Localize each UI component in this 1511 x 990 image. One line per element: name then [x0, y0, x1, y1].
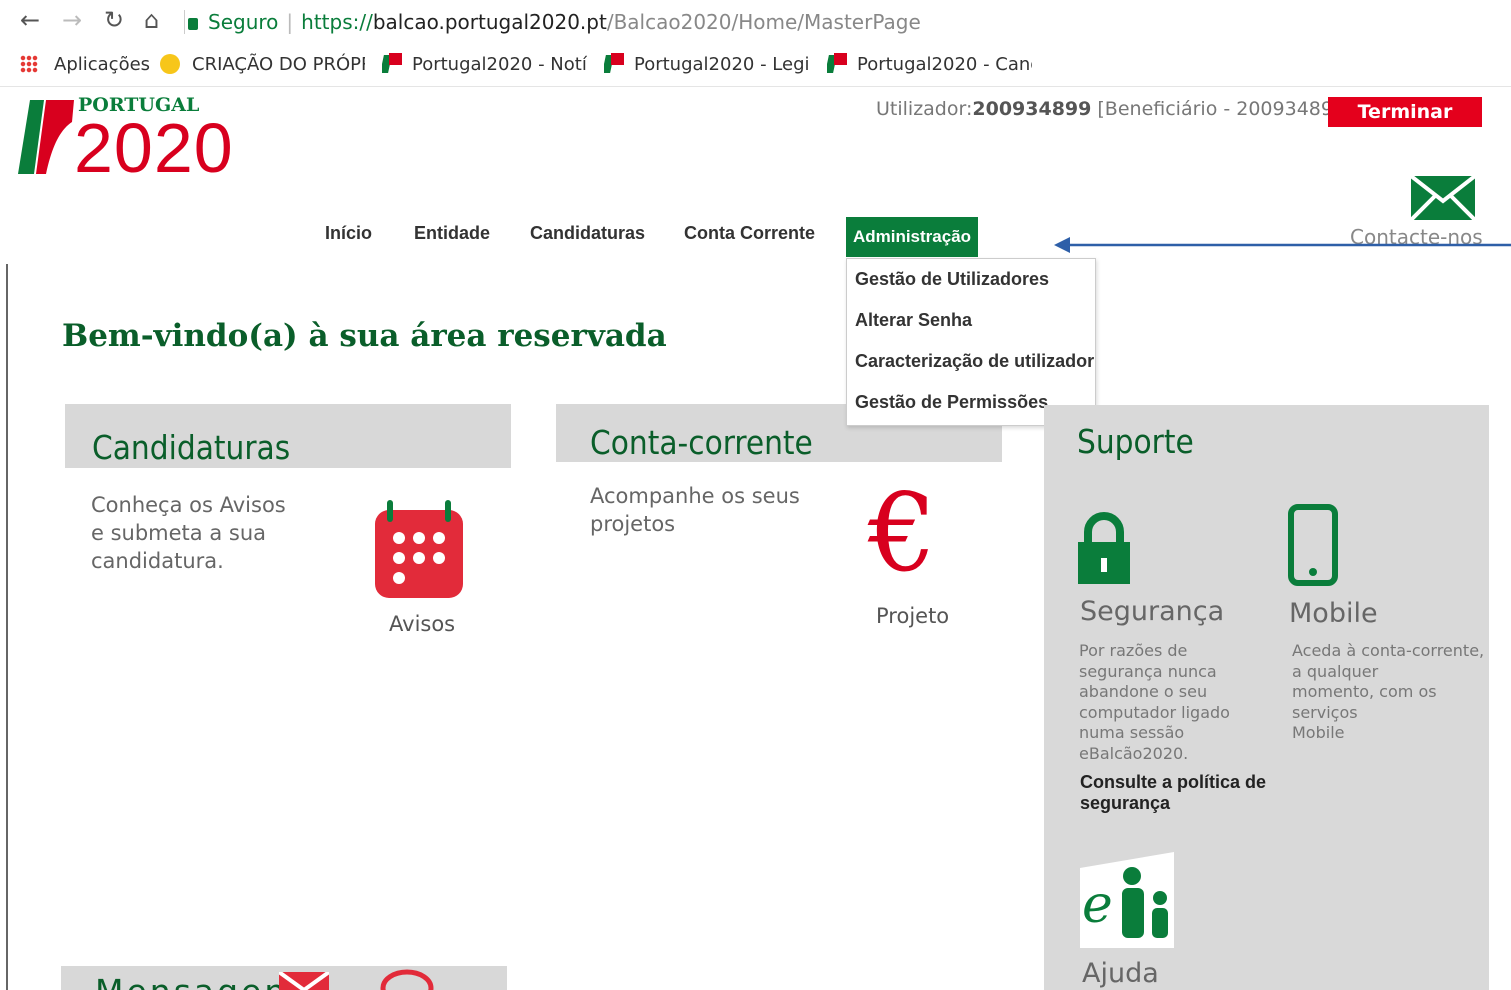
chat-icon[interactable] [379, 968, 435, 990]
bookmark-label: Portugal2020 - Notíc [412, 54, 587, 75]
suporte-title: Suporte [1077, 422, 1194, 461]
text-line: serviços [1292, 702, 1358, 722]
bookmark-label: Portugal2020 - Legisl [634, 54, 809, 75]
portugal2020-logo-mark [18, 100, 74, 174]
menu-conta-corrente[interactable]: Conta Corrente [684, 223, 815, 244]
security-policy-link[interactable]: Consulte a política de segurança [1080, 772, 1280, 814]
address-bar[interactable]: Seguro | https://balcao.portugal2020.pt/Ba… [188, 6, 921, 38]
bookmark-apps[interactable]: Aplicações [20, 52, 150, 78]
dropdown-alterar-senha[interactable]: Alterar Senha [855, 310, 972, 331]
bookmark-criacao[interactable]: CRIAÇÃO DO PRÓPR [160, 52, 365, 78]
menu-entidade[interactable]: Entidade [414, 223, 490, 244]
toolbar-divider [184, 10, 185, 34]
conta-title: Conta-corrente [590, 423, 813, 462]
text-line: abandone o seu [1079, 682, 1208, 701]
bookmark-noticias[interactable]: Portugal2020 - Notíc [382, 52, 587, 78]
seguranca-text: Por razões de segurança nunca abandone o… [1079, 641, 1230, 764]
text-line: momento, com os [1292, 682, 1437, 701]
projeto-link[interactable]: Projeto [876, 602, 949, 630]
mensagens-title: Mensagens [95, 972, 308, 990]
url-separator: | [286, 10, 294, 34]
text-line: candidatura. [91, 549, 224, 573]
mensagens-panel-header: Mensagens [61, 966, 507, 990]
menu-candidaturas[interactable]: Candidaturas [530, 223, 645, 244]
yellow-circle-icon [160, 54, 180, 74]
text-line: Acompanhe os seus [590, 484, 800, 508]
url-host: balcao.portugal2020.pt [372, 10, 607, 34]
bookmark-legislacao[interactable]: Portugal2020 - Legisl [604, 52, 809, 78]
mobile-title: Mobile [1289, 598, 1378, 629]
candidaturas-title: Candidaturas [92, 428, 291, 467]
link-line: Consulte a política de [1080, 772, 1267, 792]
logout-button[interactable]: Terminar Sessão [1328, 97, 1482, 153]
arrow-right-icon[interactable]: → [62, 6, 82, 34]
text-line: computador ligado [1079, 702, 1230, 722]
portugal2020-flag-icon [604, 53, 624, 73]
portugal2020-flag-icon [382, 53, 402, 73]
page-title: Bem-vindo(a) à sua área reservada [62, 318, 667, 354]
bookmark-candidaturas[interactable]: Portugal2020 - Candi [827, 52, 1032, 78]
mobile-text: Aceda à conta-corrente, a qualquer momen… [1292, 641, 1484, 744]
bookmark-label: CRIAÇÃO DO PRÓPR [192, 54, 365, 75]
menu-administracao[interactable]: Administração [846, 217, 978, 257]
portugal2020-flag-icon [827, 53, 847, 73]
text-line: numa sessão [1079, 723, 1185, 742]
secure-label: Seguro [208, 10, 279, 34]
page-border [6, 264, 8, 990]
envelope-icon[interactable] [1410, 175, 1476, 221]
bookmark-label: Aplicações [54, 54, 150, 75]
menu-inicio[interactable]: Início [325, 223, 372, 244]
lock-icon [188, 18, 198, 30]
dropdown-caracterizacao[interactable]: Caracterização de utilizador [855, 351, 1094, 372]
dropdown-gestao-permissoes[interactable]: Gestão de Permissões [855, 392, 1048, 413]
calendar-icon[interactable] [373, 500, 465, 600]
url-path: /Balcao2020/Home/MasterPage [606, 10, 921, 34]
avisos-link[interactable]: Avisos [389, 610, 455, 638]
text-line: Aceda à conta-corrente, [1292, 641, 1485, 660]
reload-icon[interactable]: ↻ [104, 6, 124, 34]
user-info: Utilizador:200934899 [Beneficiário - 200… [876, 98, 1352, 120]
svg-text:e: e [1082, 875, 1113, 935]
user-id: 200934899 [972, 98, 1092, 120]
envelope-icon[interactable] [279, 972, 329, 990]
text-line: projetos [590, 512, 676, 536]
ajuda-title: Ajuda [1082, 958, 1159, 989]
text-line: e submeta a sua [91, 521, 266, 545]
user-role: [Beneficiário - 200934899] [1091, 98, 1353, 120]
text-line: Mobile [1292, 723, 1345, 742]
help-people-icon[interactable]: e [1080, 852, 1176, 948]
text-line: Conheça os Avisos [91, 493, 286, 517]
arrow-left-icon[interactable]: ← [20, 6, 40, 34]
seguranca-title: Segurança [1080, 596, 1225, 627]
conta-text: Acompanhe os seus projetos [590, 482, 800, 538]
lock-icon[interactable] [1078, 512, 1130, 584]
home-icon[interactable]: ⌂ [144, 6, 159, 34]
url-scheme: https:// [301, 10, 373, 34]
mobile-phone-icon[interactable] [1288, 504, 1338, 586]
link-line: segurança [1080, 793, 1171, 813]
apps-grid-icon [20, 55, 38, 73]
user-prefix: Utilizador: [876, 98, 973, 120]
text-line: segurança nunca [1079, 661, 1217, 681]
euro-icon[interactable]: € [868, 474, 937, 594]
dropdown-gestao-utilizadores[interactable]: Gestão de Utilizadores [855, 269, 1049, 290]
text-line: Por razões de [1079, 641, 1188, 660]
bookmark-label: Portugal2020 - Candi [857, 54, 1032, 75]
text-line: eBalcão2020. [1079, 743, 1189, 763]
text-line: a qualquer [1292, 661, 1379, 681]
logo-year: 2020 [74, 109, 234, 187]
candidaturas-text: Conheça os Avisos e submeta a sua candid… [91, 491, 286, 575]
annotation-arrow [1054, 237, 1511, 253]
